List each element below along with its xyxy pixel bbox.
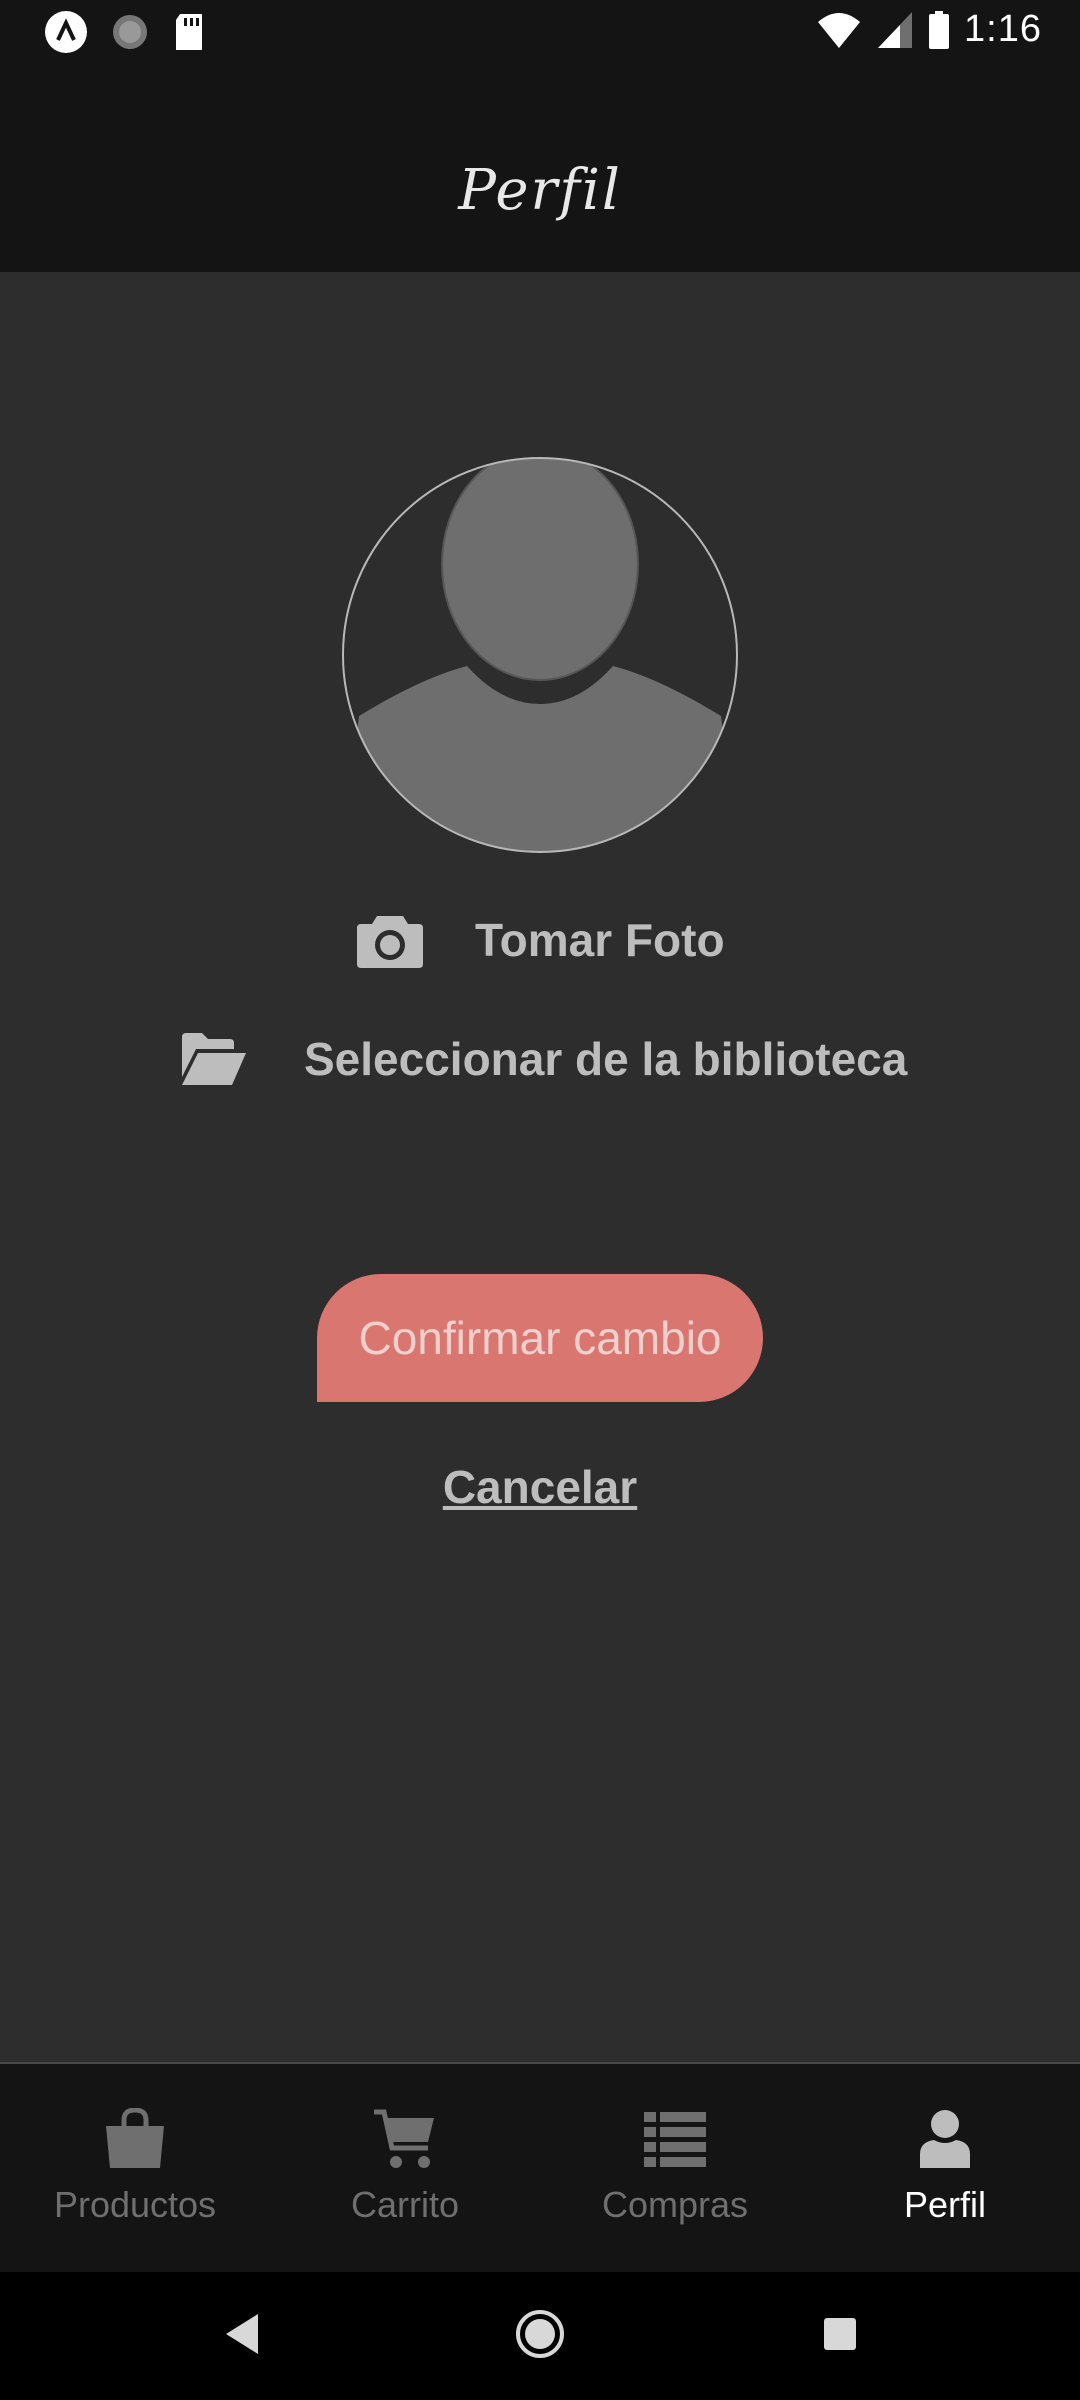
tab-perfil[interactable]: Perfil (810, 2064, 1080, 2274)
tab-label: Compras (601, 2184, 749, 2225)
page-title: Perfil (458, 158, 622, 223)
status-bar-left (44, 10, 206, 54)
tab-label: Productos (53, 2184, 217, 2225)
system-navigation-bar (0, 2272, 1080, 2400)
tab-label: Perfil (903, 2184, 987, 2225)
status-time: 1:16 (964, 8, 1042, 50)
home-icon[interactable] (514, 2308, 566, 2360)
confirm-change-button[interactable]: Confirmar cambio (317, 1274, 763, 1402)
loading-icon (113, 15, 147, 49)
wifi-icon (818, 12, 861, 48)
select-from-library-button[interactable]: Seleccionar de la biblioteca (180, 1024, 907, 1094)
avatar (341, 456, 739, 854)
app-notification-icon (45, 11, 87, 53)
tab-compras[interactable]: Compras (540, 2064, 810, 2274)
default-user-avatar-icon (342, 457, 738, 853)
status-bar-right: 1:16 (816, 8, 1042, 51)
sd-card-icon (176, 14, 202, 50)
list-icon (644, 2112, 706, 2167)
signal-icon (878, 11, 913, 48)
folder-open-icon (182, 1033, 246, 1085)
bottom-tab-bar: Productos Carrito Compras Perfil (0, 2062, 1080, 2274)
app-header: Perfil (0, 64, 1080, 272)
shopping-bag-icon (106, 2108, 164, 2168)
select-library-label: Seleccionar de la biblioteca (304, 1033, 908, 1085)
tab-carrito[interactable]: Carrito (270, 2064, 540, 2274)
back-icon[interactable] (222, 2312, 262, 2356)
camera-icon (357, 916, 423, 968)
cancel-link[interactable]: Cancelar (0, 1460, 1080, 1514)
battery-icon (929, 10, 950, 49)
recents-icon[interactable] (822, 2316, 858, 2352)
tab-productos[interactable]: Productos (0, 2064, 270, 2274)
tab-label: Carrito (350, 2184, 460, 2225)
user-icon (920, 2110, 970, 2168)
cart-icon (374, 2109, 434, 2168)
status-bar: 1:16 (0, 0, 1080, 64)
take-photo-label: Tomar Foto (475, 914, 725, 966)
take-photo-button[interactable]: Tomar Foto (355, 905, 725, 975)
